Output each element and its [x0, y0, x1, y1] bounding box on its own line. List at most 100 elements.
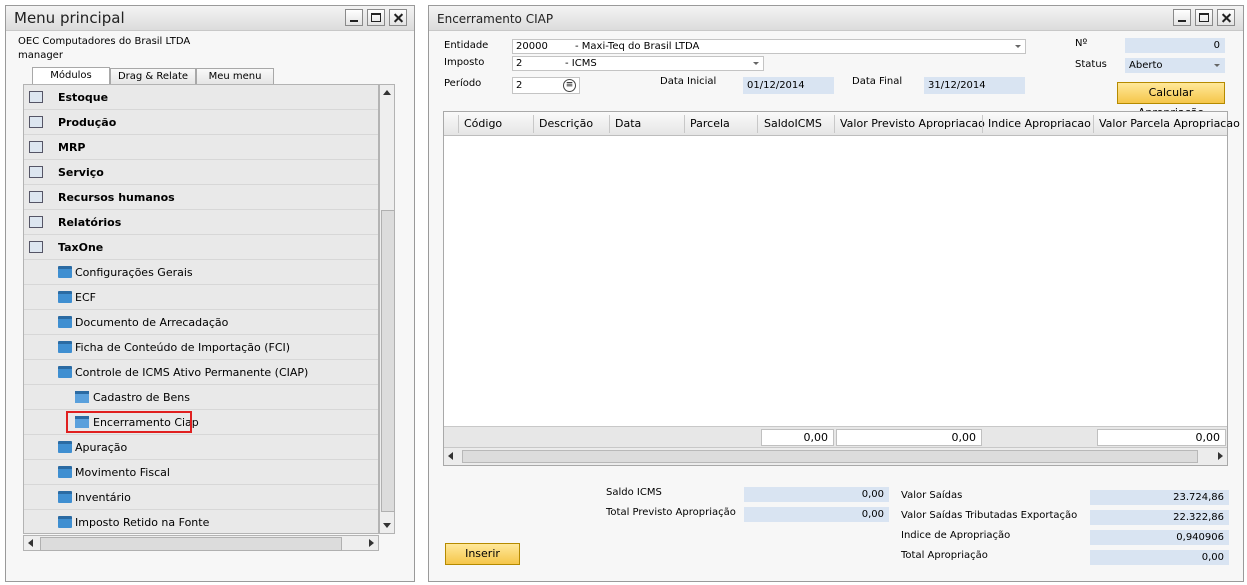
folder-icon — [58, 491, 72, 503]
selection-highlight — [66, 411, 192, 433]
column-separator — [533, 115, 534, 133]
menu-item-movimento-fiscal[interactable]: Movimento Fiscal — [24, 460, 378, 485]
total-previsto-label: Total Previsto Apropriação — [606, 507, 736, 518]
menu-item-inventario[interactable]: Inventário — [24, 485, 378, 510]
status-select[interactable]: Aberto — [1125, 58, 1225, 73]
tab-meu-menu[interactable]: Meu menu — [196, 68, 274, 85]
column-header-indice[interactable]: Indice Apropriacao — [988, 117, 1091, 130]
chevron-down-icon[interactable] — [1015, 45, 1021, 48]
menu-item-fci[interactable]: Ficha de Conteúdo de Importação (FCI) — [24, 335, 378, 360]
column-header-valor-parcela[interactable]: Valor Parcela Apropriacao — [1099, 117, 1240, 130]
maximize-icon[interactable] — [1195, 9, 1213, 26]
chevron-down-icon[interactable] — [753, 62, 759, 65]
module-taxone[interactable]: TaxOne — [24, 235, 378, 260]
list-choose-icon[interactable]: ≡ — [563, 79, 576, 92]
column-separator — [757, 115, 758, 133]
periodo-value: 2 — [516, 80, 523, 91]
module-mrp[interactable]: MRP — [24, 135, 378, 160]
menu-item-ecf[interactable]: ECF — [24, 285, 378, 310]
folder-icon — [58, 291, 72, 303]
column-header-descricao[interactable]: Descrição — [539, 117, 593, 130]
menu-item-label: Documento de Arrecadação — [75, 316, 229, 329]
mrp-icon — [29, 141, 43, 153]
folder-icon — [58, 341, 72, 353]
imposto-name: - ICMS — [565, 58, 597, 69]
module-estoque[interactable]: Estoque — [24, 85, 378, 110]
scroll-down-icon[interactable] — [383, 523, 391, 528]
periodo-label: Período — [444, 78, 482, 89]
main-menu-titlebar[interactable]: Menu principal — [6, 6, 414, 31]
imposto-label: Imposto — [444, 57, 485, 68]
status-value: Aberto — [1129, 60, 1163, 71]
menu-item-configuracoes-gerais[interactable]: Configurações Gerais — [24, 260, 378, 285]
menu-item-imposto-retido[interactable]: Imposto Retido na Fonte — [24, 510, 378, 533]
minimize-icon[interactable] — [1173, 9, 1191, 26]
entidade-name: - Maxi-Teq do Brasil LTDA — [575, 41, 700, 52]
calcular-apropriacao-button[interactable]: Calcular Apropriação — [1117, 82, 1225, 119]
imposto-select[interactable]: 2 - ICMS — [512, 56, 764, 71]
taxone-icon — [29, 241, 43, 253]
scroll-right-icon[interactable] — [1218, 452, 1223, 460]
column-header-parcela[interactable]: Parcela — [690, 117, 730, 130]
grid-totals-row: 0,00 0,00 0,00 — [444, 426, 1227, 449]
entidade-select[interactable]: 20000 - Maxi-Teq do Brasil LTDA — [512, 39, 1026, 54]
column-separator — [834, 115, 835, 133]
valor-saidas-label: Valor Saídas — [901, 490, 963, 501]
column-header-saldoicms[interactable]: SaldoICMS — [764, 117, 822, 130]
menu-item-apuracao[interactable]: Apuração — [24, 435, 378, 460]
scroll-thumb[interactable] — [381, 210, 395, 512]
inventory-icon — [29, 91, 43, 103]
minimize-icon[interactable] — [345, 9, 363, 26]
tab-modulos[interactable]: Módulos — [32, 67, 110, 85]
hr-icon — [29, 191, 43, 203]
tree-vertical-scrollbar[interactable] — [379, 84, 395, 534]
column-header-valor-previsto[interactable]: Valor Previsto Apropriacao — [840, 117, 985, 130]
periodo-input[interactable]: 2 ≡ — [512, 77, 580, 94]
total-saldoicms: 0,00 — [761, 429, 834, 446]
scroll-up-icon[interactable] — [383, 90, 391, 95]
ciap-titlebar[interactable]: Encerramento CIAP — [429, 6, 1243, 31]
reports-icon — [29, 216, 43, 228]
module-relatorios[interactable]: Relatórios — [24, 210, 378, 235]
data-inicial-label: Data Inicial — [660, 76, 717, 87]
column-separator — [609, 115, 610, 133]
valor-saidas-exportacao-field: 22.322,86 — [1090, 510, 1229, 525]
tab-drag-relate[interactable]: Drag & Relate — [110, 68, 196, 85]
module-label: TaxOne — [58, 241, 104, 254]
scroll-right-icon[interactable] — [369, 539, 374, 547]
menu-item-documento-arrecadacao[interactable]: Documento de Arrecadação — [24, 310, 378, 335]
module-label: Produção — [58, 116, 117, 129]
status-label: Status — [1075, 59, 1107, 70]
column-separator — [458, 115, 459, 133]
imposto-code: 2 — [516, 58, 523, 69]
valor-saidas-exportacao-label: Valor Saídas Tributadas Exportação — [901, 510, 1078, 521]
module-producao[interactable]: Produção — [24, 110, 378, 135]
close-icon[interactable] — [1217, 9, 1235, 26]
total-previsto-field: 0,00 — [744, 507, 889, 522]
column-separator — [982, 115, 983, 133]
scroll-thumb[interactable] — [40, 537, 342, 551]
module-label: Relatórios — [58, 216, 122, 229]
numero-field: 0 — [1125, 38, 1225, 53]
inserir-button[interactable]: Inserir — [445, 543, 520, 565]
entidade-label: Entidade — [444, 40, 489, 51]
indice-apropriacao-field: 0,940906 — [1090, 530, 1229, 545]
total-valor-previsto: 0,00 — [836, 429, 982, 446]
maximize-icon[interactable] — [367, 9, 385, 26]
column-header-codigo[interactable]: Código — [464, 117, 502, 130]
ciap-grid: Código Descrição Data Parcela SaldoICMS … — [443, 111, 1240, 466]
chevron-down-icon[interactable] — [1214, 64, 1220, 67]
grid-horizontal-scrollbar[interactable] — [444, 447, 1227, 465]
menu-item-ciap[interactable]: Controle de ICMS Ativo Permanente (CIAP) — [24, 360, 378, 385]
module-servico[interactable]: Serviço — [24, 160, 378, 185]
folder-icon — [58, 316, 72, 328]
close-icon[interactable] — [389, 9, 407, 26]
tree-horizontal-scrollbar[interactable] — [23, 535, 379, 551]
scroll-left-icon[interactable] — [448, 452, 453, 460]
module-label: Serviço — [58, 166, 104, 179]
scroll-thumb[interactable] — [462, 450, 1198, 463]
menu-item-cadastro-bens[interactable]: Cadastro de Bens — [24, 385, 378, 410]
scroll-left-icon[interactable] — [28, 539, 33, 547]
module-recursos-humanos[interactable]: Recursos humanos — [24, 185, 378, 210]
column-header-data[interactable]: Data — [615, 117, 641, 130]
